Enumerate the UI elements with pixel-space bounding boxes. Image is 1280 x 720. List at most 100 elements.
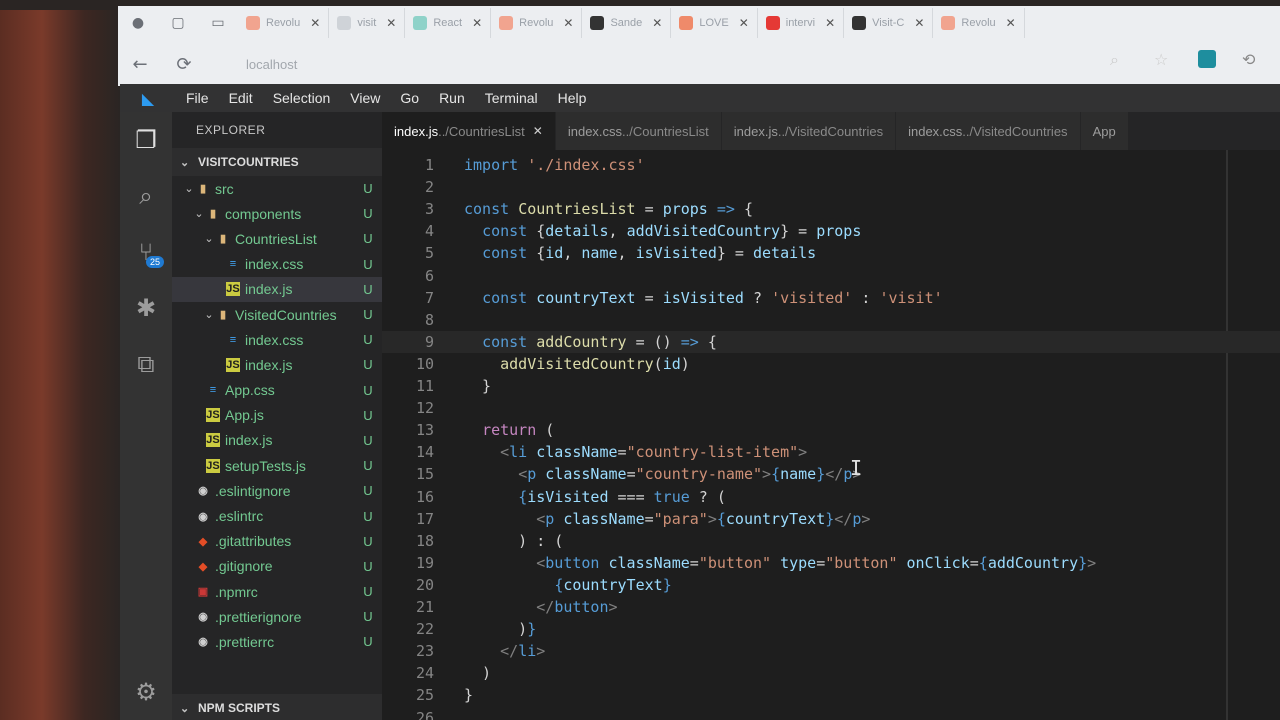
editor-tab[interactable]: index.js ../VisitedCountries [721,112,897,150]
code-token: 'visit' [879,288,943,307]
refresh-icon[interactable]: ⟳ [162,46,206,82]
config-file-icon: ◉ [198,611,208,624]
tree-item[interactable]: ▣ .npmrc U [172,579,382,604]
profile-icon[interactable]: ● [118,8,158,38]
code-token: < [536,553,546,572]
tab-actions-icon[interactable]: ▭ [198,8,238,38]
tree-item[interactable]: ◆ .gitignore U [172,554,382,579]
tree-item[interactable]: ◉ .eslintignore U [172,478,382,503]
code-token: { [518,487,528,506]
tree-item[interactable]: ◉ .eslintrc U [172,503,382,528]
editor-tab-filename: App [1092,123,1116,139]
browser-tab[interactable]: Visit-C ✕ [844,8,934,38]
menu-run[interactable]: Run [429,90,475,106]
editor-tab[interactable]: index.css ../CountriesList [555,112,722,150]
close-icon[interactable]: ✕ [1006,16,1016,30]
browser-tab[interactable]: Revolu ✕ [933,8,1025,38]
browser-tab[interactable]: Revolu ✕ [491,8,583,38]
menu-terminal[interactable]: Terminal [475,90,548,106]
folder-icon: ▮ [219,233,227,246]
close-icon[interactable]: ✕ [310,16,320,30]
menu-go[interactable]: Go [390,90,429,106]
files-icon[interactable]: ❐ [120,112,172,168]
search-icon[interactable]: ⌕ [120,168,172,224]
editor-tab[interactable]: App [1080,112,1129,150]
editor-tab[interactable]: index.js ../CountriesList ✕ [382,112,556,150]
git-status-badge: U [363,432,373,448]
browser-window: ● ▢ ▭ Revolu ✕ visit ✕ React ✕ Revolu ✕ Sande ✕ LO… [118,6,1280,86]
sync-icon[interactable]: ⟲ [1242,50,1260,69]
close-icon[interactable]: ✕ [472,16,482,30]
source-control-icon[interactable]: ⑂ 25 [120,224,172,280]
tree-item[interactable]: JS index.js U [172,276,382,302]
browser-tab-label: Sande [610,17,643,29]
editor-tab[interactable]: index.css ../VisitedCountries [896,112,1081,150]
tree-item[interactable]: ⌄ ▮ components U [172,201,382,226]
menu-view[interactable]: View [340,90,390,106]
close-icon[interactable]: ✕ [739,16,749,30]
tree-item[interactable]: ◆ .gitattributes U [172,529,382,554]
code-editor[interactable]: 1 import './index.css' 2 3 const CountriesLi… [382,150,1280,720]
code-line: 2 [382,176,1280,198]
browser-tab[interactable]: Sande ✕ [582,8,672,38]
tree-item-label: index.js [245,281,293,298]
code-token: === [608,487,654,506]
menu-selection[interactable]: Selection [263,90,341,106]
tree-item-label: .eslintignore [215,482,291,499]
workspace-name: VISITCOUNTRIES [198,155,299,169]
vscode-logo-icon: ◣ [141,88,155,108]
tree-item[interactable]: ⌄ ▮ CountriesList U [172,226,382,251]
tree-item[interactable]: ◉ .prettierignore U [172,604,382,629]
settings-gear-icon[interactable]: ⚙ [120,664,172,720]
close-icon[interactable]: ✕ [914,16,924,30]
zoom-icon[interactable]: ⌕ [1110,50,1128,69]
code-text: </li> [464,640,545,662]
workspace-section-header[interactable]: ⌄ VISITCOUNTRIES [172,148,382,176]
vscode-window: ◣ File Edit Selection View Go Run Terminal Help… [120,84,1280,720]
browser-tab[interactable]: Revolu ✕ [238,8,330,38]
tree-item[interactable]: JS index.js U [172,428,382,453]
address-bar[interactable]: localhost [246,57,297,72]
tree-item-label: .eslintrc [215,508,264,525]
code-token: addVisitedCountry [500,354,654,373]
tree-item[interactable]: ≡ index.css U [172,252,382,277]
code-token: const [482,222,528,241]
tree-item[interactable]: JS setupTests.js U [172,453,382,478]
tab-favicon-icon [852,16,867,30]
tree-item[interactable]: ≡ index.css U [172,327,382,352]
code-line: 13 return ( [382,419,1280,441]
browser-toolbar: ⌕ ☆ ⟲ [1110,50,1260,69]
menu-file[interactable]: File [176,90,219,106]
browser-tab[interactable]: intervi ✕ [758,8,845,38]
close-icon[interactable]: ✕ [386,16,396,30]
tree-item[interactable]: ⌄ ▮ src U [172,176,382,201]
tree-item[interactable]: JS index.js U [172,352,382,377]
extension-icon[interactable] [1198,50,1216,68]
close-icon[interactable]: ✕ [533,124,543,138]
tree-item[interactable]: ◉ .prettierrc U [172,629,382,654]
browser-tab[interactable]: visit ✕ [329,8,406,38]
tree-item[interactable]: JS App.js U [172,403,382,428]
browser-tab[interactable]: LOVE ✕ [671,8,758,38]
browser-tab[interactable]: React ✕ [405,8,492,38]
npm-scripts-header[interactable]: ⌄ NPM SCRIPTS [172,694,382,720]
favorite-icon[interactable]: ☆ [1154,50,1172,69]
tree-item[interactable]: ≡ App.css U [172,378,382,403]
extensions-icon[interactable]: ✱ [120,280,172,336]
close-icon[interactable]: ✕ [652,16,662,30]
tab-favicon-icon [590,16,605,30]
git-status-badge: U [363,382,373,398]
close-icon[interactable]: ✕ [563,16,573,30]
tab-favicon-icon [337,16,352,30]
line-number: 2 [424,178,434,197]
menu-edit[interactable]: Edit [219,90,263,106]
menu-help[interactable]: Help [548,90,597,106]
back-icon[interactable]: ← [118,46,162,82]
tab-groups-icon[interactable]: ▢ [158,8,198,38]
tree-item[interactable]: ⌄ ▮ VisitedCountries U [172,302,382,327]
menu-bar: ◣ File Edit Selection View Go Run Terminal Help [120,84,1280,112]
remote-icon[interactable]: ⧉ [120,336,172,392]
close-icon[interactable]: ✕ [825,16,835,30]
code-token: const [464,200,510,219]
